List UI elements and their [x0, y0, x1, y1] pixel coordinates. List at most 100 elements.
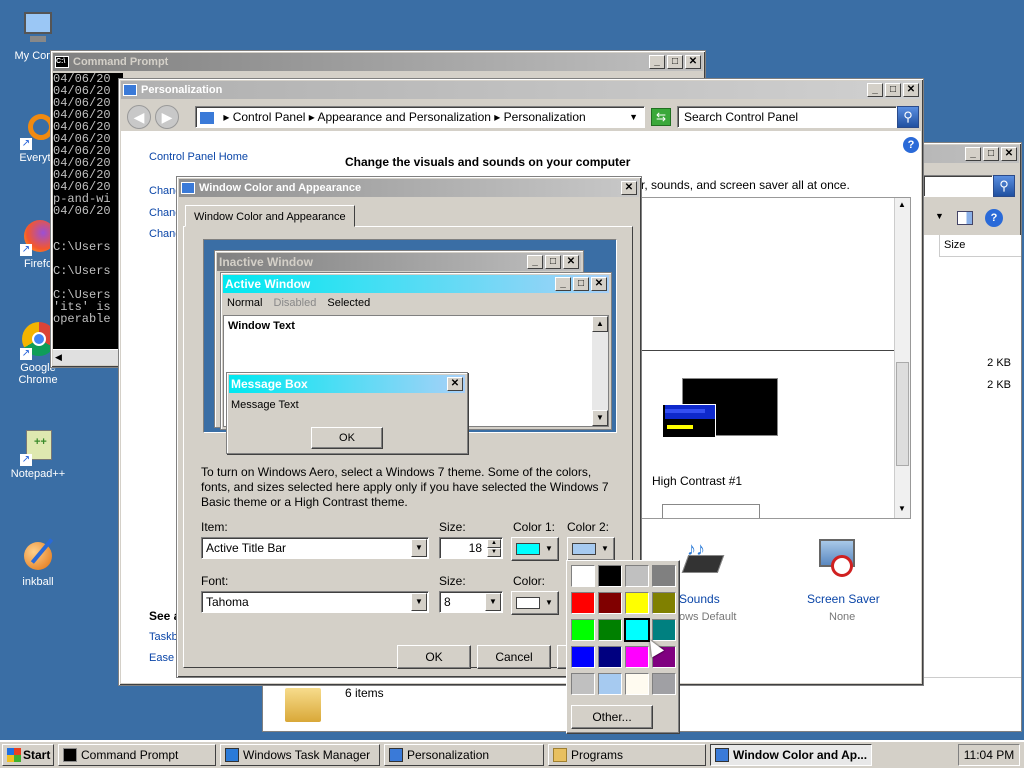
theme-thumbnail[interactable] — [662, 378, 778, 440]
breadcrumb-separator: ▸ — [223, 110, 233, 124]
breadcrumb-personalization[interactable]: Personalization — [504, 110, 586, 124]
taskbar-item-command-prompt[interactable]: Command Prompt — [58, 744, 216, 766]
minimize-button[interactable]: _ — [649, 55, 665, 69]
scroll-left-arrow-icon[interactable]: ◀ — [55, 352, 62, 363]
palette-color-swatch[interactable] — [625, 646, 649, 668]
font-dropdown[interactable]: Tahoma ▼ — [201, 591, 429, 613]
vertical-scrollbar[interactable]: ▲ ▼ — [894, 198, 910, 518]
taskbar-item-window-color[interactable]: Window Color and Ap... — [710, 744, 872, 766]
folder-icon — [285, 688, 321, 722]
close-button: ✕ — [591, 277, 607, 291]
palette-color-swatch[interactable] — [625, 673, 649, 695]
personalization-titlebar[interactable]: Personalization — [121, 81, 921, 99]
see-also-link-ease[interactable]: Ease — [149, 652, 174, 664]
font-size-value: 8 — [444, 595, 451, 609]
back-button[interactable]: ◀ — [127, 105, 151, 129]
chevron-down-icon[interactable]: ▼ — [485, 593, 501, 611]
palette-color-swatch[interactable] — [571, 673, 595, 695]
inkball-icon — [20, 536, 56, 572]
palette-color-swatch[interactable] — [625, 592, 649, 614]
palette-color-swatch[interactable] — [652, 592, 676, 614]
command-prompt-titlebar[interactable]: C:\ Command Prompt — [53, 53, 703, 71]
column-header-size[interactable]: Size — [939, 235, 1021, 257]
explorer-search-input[interactable] — [923, 175, 993, 197]
console-output[interactable]: 04/06/20 04/06/20 04/06/20 04/06/20 04/06/20… — [53, 73, 123, 353]
palette-color-swatch[interactable] — [598, 619, 622, 641]
palette-color-swatch[interactable] — [598, 673, 622, 695]
search-icon[interactable]: ⚲ — [993, 175, 1015, 197]
appearance-preview[interactable]: Inactive Window _ □ ✕ Active Window _ □ ✕ No… — [203, 239, 617, 454]
scroll-thumb[interactable] — [896, 362, 909, 466]
dialog-titlebar[interactable]: Window Color and Appearance — [179, 179, 639, 197]
control-panel-home-link[interactable]: Control Panel Home — [149, 151, 248, 163]
color1-swatch — [516, 543, 540, 555]
item-dropdown[interactable]: Active Title Bar ▼ — [201, 537, 429, 559]
color-palette-popup[interactable]: Other... — [566, 560, 680, 734]
palette-color-swatch[interactable] — [624, 618, 650, 642]
maximize-button[interactable]: □ — [983, 147, 999, 161]
item-size-spinner[interactable]: 18 ▲ ▼ — [439, 537, 503, 559]
palette-color-swatch[interactable] — [571, 592, 595, 614]
taskbar-item-programs[interactable]: Programs — [548, 744, 706, 766]
ok-button[interactable]: OK — [397, 645, 471, 669]
spin-down-icon[interactable]: ▼ — [487, 548, 501, 557]
screen-saver-icon[interactable] — [817, 537, 861, 579]
help-icon[interactable]: ? — [903, 137, 919, 153]
sounds-value: ows Default — [679, 611, 737, 623]
palette-color-swatch[interactable] — [598, 592, 622, 614]
window-color-icon — [715, 748, 729, 762]
taskbar-item-task-manager[interactable]: Windows Task Manager — [220, 744, 380, 766]
refresh-icon[interactable]: ⇆ — [651, 108, 671, 126]
font-size-dropdown[interactable]: 8 ▼ — [439, 591, 503, 613]
sounds-icon[interactable]: ♪♪ — [681, 539, 725, 575]
palette-color-swatch[interactable] — [571, 619, 595, 641]
palette-color-swatch[interactable] — [598, 565, 622, 587]
chevron-down-icon[interactable]: ▼ — [411, 593, 427, 611]
color1-button[interactable]: ▼ — [511, 537, 559, 561]
tab-window-color[interactable]: Window Color and Appearance — [185, 205, 355, 227]
desktop-icon-inkball[interactable]: inkball — [2, 536, 74, 588]
close-button[interactable]: ✕ — [903, 83, 919, 97]
taskbar-item-personalization[interactable]: Personalization — [384, 744, 544, 766]
preview-pane-icon[interactable] — [957, 211, 973, 225]
help-icon[interactable]: ? — [985, 209, 1003, 227]
start-button[interactable]: Start — [2, 744, 54, 766]
other-color-button[interactable]: Other... — [571, 705, 653, 729]
palette-color-swatch[interactable] — [598, 646, 622, 668]
close-button[interactable]: ✕ — [685, 55, 701, 69]
desktop-icon-notepad-plus-plus[interactable]: ++ ↗ Notepad++ — [2, 428, 74, 480]
forward-button[interactable]: ▶ — [155, 105, 179, 129]
theme-label[interactable]: High Contrast #1 — [652, 474, 742, 488]
cancel-button[interactable]: Cancel — [477, 645, 551, 669]
search-icon[interactable]: ⚲ — [897, 106, 919, 128]
minimize-button[interactable]: _ — [965, 147, 981, 161]
sounds-link[interactable]: Sounds — [679, 592, 720, 606]
close-button[interactable]: ✕ — [1001, 147, 1017, 161]
minimize-button[interactable]: _ — [867, 83, 883, 97]
see-also-link-taskbar[interactable]: Taskb — [149, 631, 178, 643]
palette-color-swatch[interactable] — [652, 673, 676, 695]
scroll-down-arrow-icon[interactable]: ▼ — [898, 504, 906, 513]
color2-button[interactable]: ▼ — [567, 537, 615, 561]
horizontal-scrollbar[interactable]: ◀ — [53, 349, 123, 365]
breadcrumb-control-panel[interactable]: Control Panel — [233, 110, 306, 124]
close-button[interactable]: ✕ — [621, 181, 637, 195]
system-tray-clock[interactable]: 11:04 PM — [958, 744, 1020, 766]
search-input[interactable]: Search Control Panel — [677, 106, 897, 128]
palette-color-swatch[interactable] — [652, 565, 676, 587]
address-dropdown-icon[interactable]: ▼ — [629, 107, 638, 127]
chevron-down-icon[interactable]: ▼ — [411, 539, 427, 557]
palette-color-swatch[interactable] — [571, 565, 595, 587]
spin-up-icon[interactable]: ▲ — [487, 539, 501, 548]
chevron-down-icon[interactable]: ▼ — [935, 211, 944, 221]
theme-list[interactable]: High Contrast #1 ▲ ▼ — [631, 197, 911, 519]
scroll-up-arrow-icon[interactable]: ▲ — [898, 200, 906, 209]
palette-color-swatch[interactable] — [625, 565, 649, 587]
palette-color-swatch[interactable] — [571, 646, 595, 668]
screen-saver-link[interactable]: Screen Saver — [807, 592, 880, 606]
breadcrumb-appearance[interactable]: Appearance and Personalization — [317, 110, 490, 124]
maximize-button[interactable]: □ — [885, 83, 901, 97]
font-color-button[interactable]: ▼ — [511, 591, 559, 615]
address-bar[interactable]: ▸ Control Panel ▸ Appearance and Persona… — [195, 106, 645, 128]
maximize-button[interactable]: □ — [667, 55, 683, 69]
